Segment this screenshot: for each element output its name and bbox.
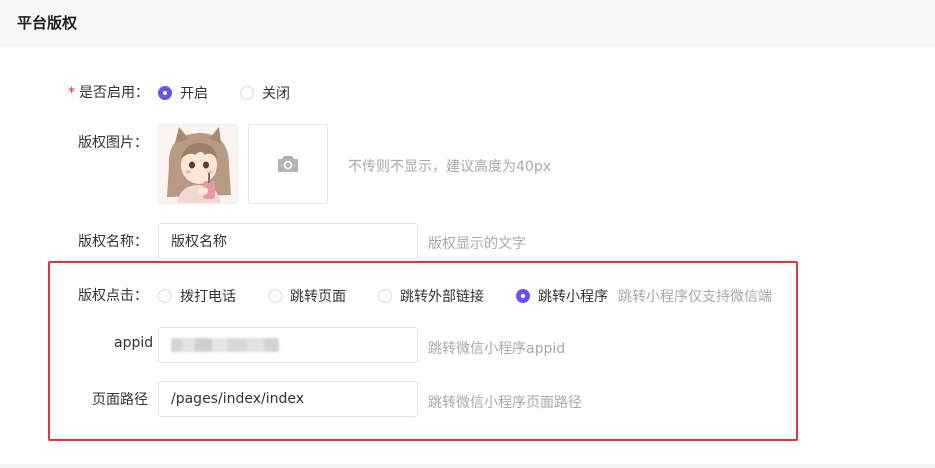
image-label: 版权图片： — [78, 135, 148, 151]
path-hint: 跳转微信小程序页面路径 — [428, 395, 582, 411]
appid-label: appid — [114, 335, 154, 351]
radio-click-phone[interactable]: 拨打电话 — [158, 286, 236, 306]
radio-unchecked-icon — [268, 289, 282, 303]
appid-hint: 跳转微信小程序appid — [428, 341, 566, 357]
radio-click-miniprogram[interactable]: 跳转小程序 — [516, 286, 608, 306]
radio-checked-icon — [158, 86, 172, 100]
enable-label-text: 是否启用： — [79, 85, 149, 101]
section-header: 平台版权 — [0, 0, 935, 46]
click-hint: 跳转小程序仅支持微信端 — [618, 289, 772, 305]
bottom-divider — [0, 464, 935, 468]
section-title: 平台版权 — [17, 14, 78, 32]
radio-enable-off[interactable]: 关闭 — [240, 83, 290, 103]
click-label: 版权点击： — [78, 288, 148, 304]
radio-unchecked-icon — [158, 289, 172, 303]
radio-label: 关闭 — [262, 86, 290, 102]
copyright-name-value: 版权名称 — [171, 234, 227, 250]
radio-enable-on[interactable]: 开启 — [158, 83, 208, 103]
radio-label: 拨打电话 — [180, 289, 236, 305]
radio-label: 跳转页面 — [290, 289, 346, 305]
radio-label: 跳转小程序 — [538, 289, 608, 305]
radio-click-external-link[interactable]: 跳转外部链接 — [378, 286, 484, 306]
radio-click-page[interactable]: 跳转页面 — [268, 286, 346, 306]
name-label: 版权名称： — [78, 234, 148, 250]
name-hint: 版权显示的文字 — [428, 236, 526, 252]
page-path-input[interactable]: /pages/index/index — [158, 381, 418, 417]
radio-label: 开启 — [180, 86, 208, 102]
copyright-name-input[interactable]: 版权名称 — [158, 223, 418, 259]
camera-icon — [278, 156, 298, 172]
radio-unchecked-icon — [240, 86, 254, 100]
path-label: 页面路径 — [92, 392, 148, 408]
copyright-image-thumbnail[interactable] — [158, 124, 238, 204]
anime-avatar-image — [159, 125, 237, 203]
radio-checked-icon — [516, 289, 530, 303]
radio-label: 跳转外部链接 — [400, 289, 484, 305]
image-upload-button[interactable] — [248, 124, 328, 204]
radio-unchecked-icon — [378, 289, 392, 303]
required-mark: * — [68, 85, 75, 101]
appid-input[interactable] — [158, 327, 418, 363]
image-hint: 不传则不显示，建议高度为40px — [348, 159, 551, 175]
enable-label: * 是否启用： — [68, 82, 149, 102]
appid-redacted-value — [171, 338, 279, 352]
page-path-value: /pages/index/index — [171, 391, 305, 407]
